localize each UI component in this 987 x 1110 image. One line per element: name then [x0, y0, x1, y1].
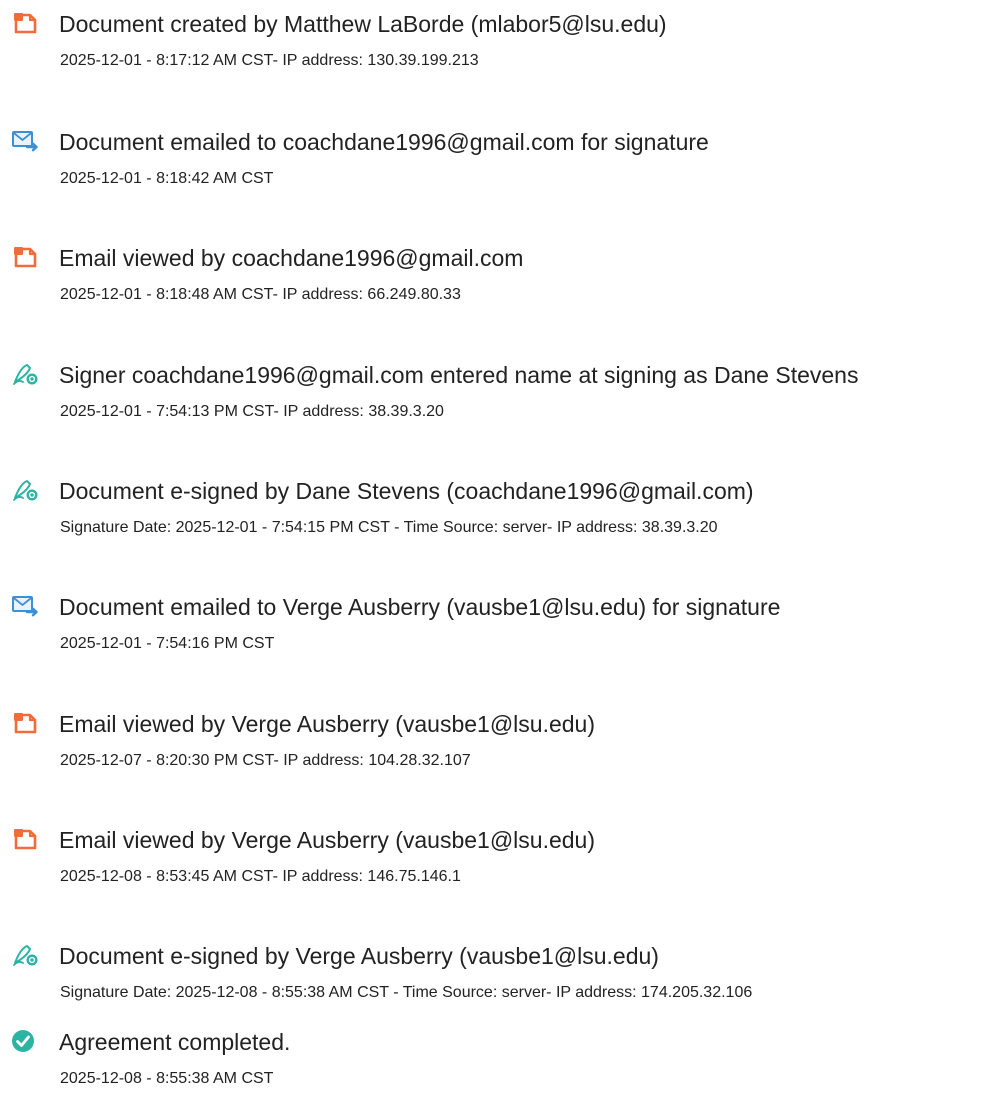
- email-sent-icon: [11, 129, 39, 153]
- event-title: Email viewed by Verge Ausberry (vausbe1@…: [59, 827, 596, 853]
- document-icon: [11, 245, 39, 269]
- event-detail: 2025-12-01 - 8:17:12 AM CST- IP address:…: [60, 52, 479, 69]
- event-detail: 2025-12-01 - 7:54:13 PM CST- IP address:…: [60, 403, 444, 420]
- document-icon: [11, 827, 39, 851]
- audit-event-name-entered: Signer coachdane1996@gmail.com entered n…: [0, 351, 987, 441]
- event-detail: 2025-12-07 - 8:20:30 PM CST- IP address:…: [60, 752, 471, 769]
- checkmark-circle-icon: [11, 1029, 39, 1053]
- event-title: Document e-signed by Dane Stevens (coach…: [59, 478, 754, 504]
- event-title: Document emailed to coachdane1996@gmail.…: [59, 129, 709, 155]
- audit-event-emailed: Document emailed to coachdane1996@gmail.…: [0, 118, 987, 208]
- audit-event-e-signed: Document e-signed by Verge Ausberry (vau…: [0, 932, 987, 1022]
- signature-pen-icon: [11, 478, 39, 502]
- event-detail: 2025-12-08 - 8:55:38 AM CST: [60, 1070, 274, 1087]
- audit-event-document-created: Document created by Matthew LaBorde (mla…: [0, 0, 987, 90]
- audit-event-emailed: Document emailed to Verge Ausberry (vaus…: [0, 583, 987, 673]
- event-title: Document emailed to Verge Ausberry (vaus…: [59, 594, 781, 620]
- event-detail: 2025-12-08 - 8:53:45 AM CST- IP address:…: [60, 868, 461, 885]
- event-detail: Signature Date: 2025-12-01 - 7:54:15 PM …: [60, 519, 718, 536]
- signature-pen-icon: [11, 362, 39, 386]
- audit-event-email-viewed: Email viewed by Verge Ausberry (vausbe1@…: [0, 816, 987, 906]
- event-title: Agreement completed.: [59, 1029, 291, 1055]
- event-detail: 2025-12-01 - 8:18:42 AM CST: [60, 170, 274, 187]
- signature-pen-icon: [11, 943, 39, 967]
- audit-event-email-viewed: Email viewed by coachdane1996@gmail.com …: [0, 234, 987, 324]
- event-detail: 2025-12-01 - 7:54:16 PM CST: [60, 635, 275, 652]
- event-title: Document created by Matthew LaBorde (mla…: [59, 11, 667, 37]
- audit-event-email-viewed: Email viewed by Verge Ausberry (vausbe1@…: [0, 700, 987, 790]
- event-title: Email viewed by coachdane1996@gmail.com: [59, 245, 524, 271]
- event-detail: 2025-12-01 - 8:18:48 AM CST- IP address:…: [60, 286, 461, 303]
- audit-event-agreement-completed: Agreement completed. 2025-12-08 - 8:55:3…: [0, 1018, 987, 1108]
- event-title: Signer coachdane1996@gmail.com entered n…: [59, 362, 859, 388]
- document-icon: [11, 711, 39, 735]
- document-icon: [11, 11, 39, 35]
- audit-event-e-signed: Document e-signed by Dane Stevens (coach…: [0, 467, 987, 557]
- email-sent-icon: [11, 594, 39, 618]
- event-title: Document e-signed by Verge Ausberry (vau…: [59, 943, 659, 969]
- event-detail: Signature Date: 2025-12-08 - 8:55:38 AM …: [60, 984, 753, 1001]
- event-title: Email viewed by Verge Ausberry (vausbe1@…: [59, 711, 596, 737]
